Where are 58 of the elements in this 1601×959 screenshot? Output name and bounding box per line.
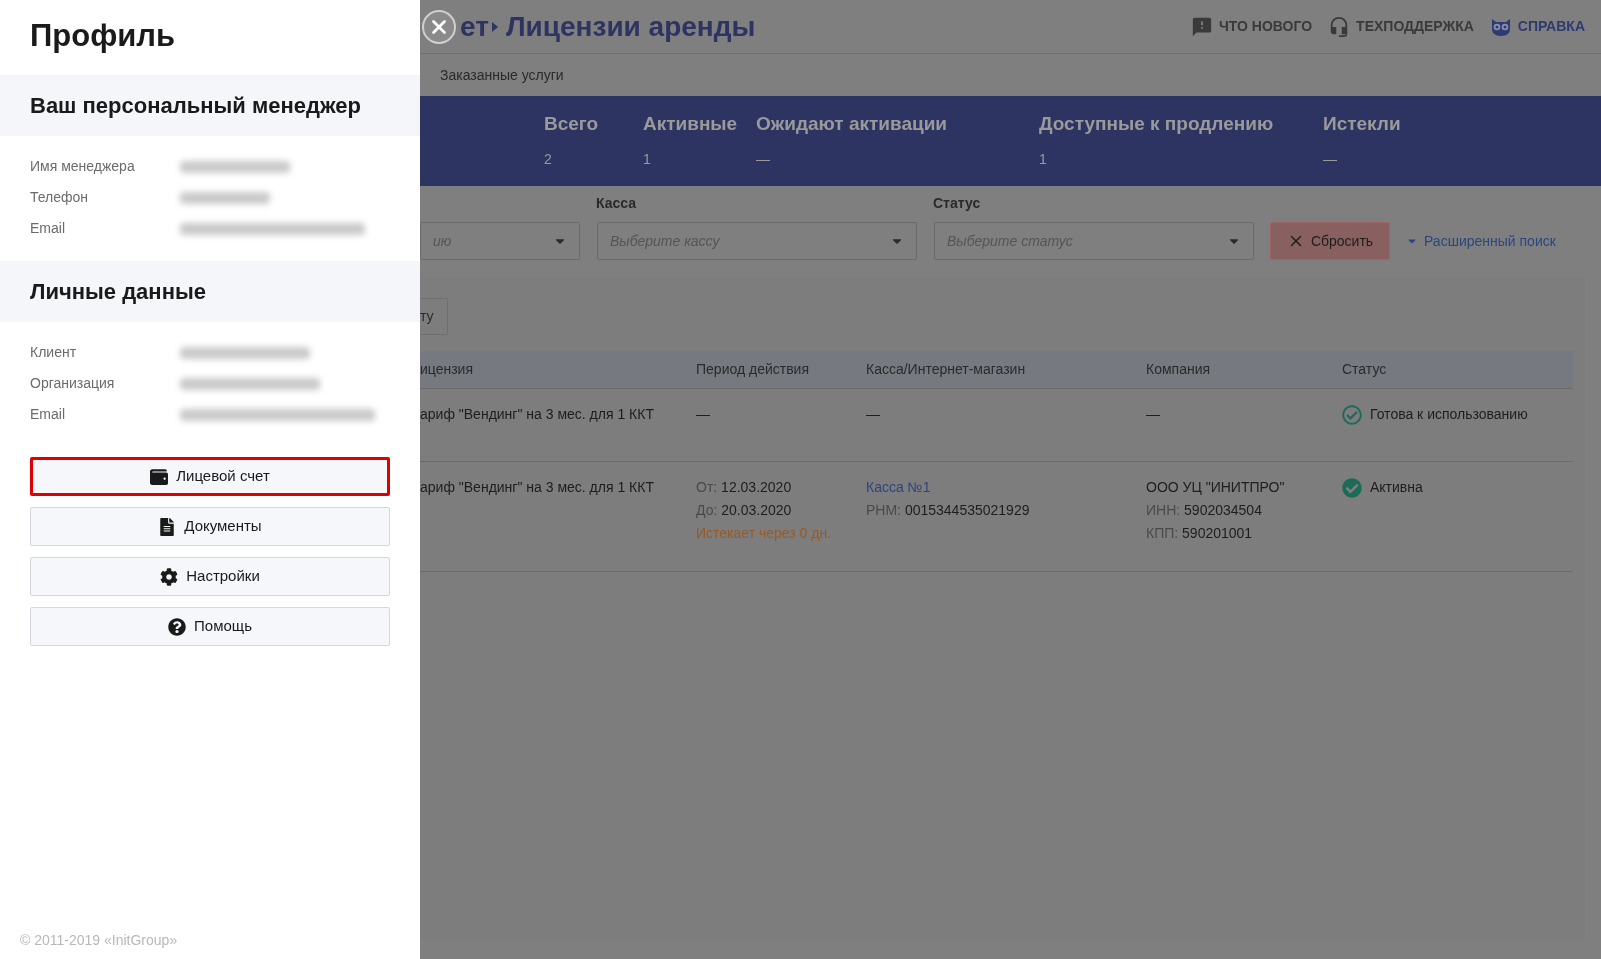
stat-label: Доступные к продлению xyxy=(1039,112,1275,136)
stat-value: 1 xyxy=(1039,149,1048,169)
header-link[interactable]: СПРАВКА xyxy=(1489,16,1585,37)
wallet-icon xyxy=(150,467,169,486)
header-link[interactable]: ЧТО НОВОГО xyxy=(1190,15,1313,38)
field-label: Email xyxy=(30,219,66,238)
period-text: Истекает через 0 дн. xyxy=(696,524,833,543)
field-label: Клиент xyxy=(30,343,78,362)
license-cell-text: ариф "Вендинг" на 3 мес. для 1 ККТ xyxy=(420,405,655,424)
chevron-icon xyxy=(491,21,498,32)
column-header: Период действия xyxy=(695,360,811,379)
license-cell-text: ариф "Вендинг" на 3 мес. для 1 ККТ xyxy=(420,478,655,497)
message-icon xyxy=(1190,15,1213,38)
gear-icon xyxy=(160,567,179,586)
stat-value: — xyxy=(1323,149,1338,169)
menu-button[interactable]: Настройки xyxy=(30,557,390,596)
section-heading: Личные данные xyxy=(0,261,420,322)
stat-value: 2 xyxy=(544,149,553,169)
subnav-link[interactable]: Заказанные услуги xyxy=(440,64,564,86)
column-header: Статус xyxy=(1341,360,1388,379)
column-header: Компания xyxy=(1145,360,1212,379)
column-header: Касса/Интернет-магазин xyxy=(865,360,1027,379)
page-title: Лицензии аренды xyxy=(505,9,756,44)
stat-label: Истекли xyxy=(1323,112,1402,136)
close-button[interactable] xyxy=(422,9,456,44)
status-text: Активна xyxy=(1370,478,1423,497)
field-label: Организация xyxy=(30,374,116,393)
reset-button[interactable]: Сбросить xyxy=(1270,222,1390,260)
stat-label: Всего xyxy=(544,112,600,136)
stat-value: — xyxy=(756,149,771,169)
menu-button[interactable]: Лицевой счет xyxy=(30,457,390,496)
breadcrumb-text[interactable]: ет xyxy=(460,5,489,48)
help-icon xyxy=(168,617,187,636)
copyright-text: © 2011-2019 «InitGroup» xyxy=(19,931,179,950)
stat-label: Ожидают активации xyxy=(756,112,948,136)
company-text: ООО УЦ "ИНИТПРО" xyxy=(1146,478,1286,497)
advanced-search-link[interactable]: Расширенный поиск xyxy=(1406,222,1556,260)
filter-label: Касса xyxy=(596,194,638,213)
section-heading: Ваш персональный менеджер xyxy=(0,75,420,136)
column-header: ицензия xyxy=(420,360,475,379)
document-icon xyxy=(158,517,177,536)
field-label: Email xyxy=(30,405,66,424)
filter-label: Статус xyxy=(933,194,982,213)
company-text: — xyxy=(1146,405,1161,424)
kassa-text: — xyxy=(866,405,881,424)
menu-button[interactable]: Помощь xyxy=(30,607,390,646)
period-text: — xyxy=(696,405,711,424)
stat-label: Активные xyxy=(643,112,739,136)
partial-button[interactable]: ту xyxy=(420,298,448,335)
menu-button[interactable]: Документы xyxy=(30,507,390,546)
drawer-title: Профиль xyxy=(29,17,177,55)
kassa-link[interactable]: Касса №1 xyxy=(866,476,1140,499)
stat-value: 1 xyxy=(643,149,652,169)
field-label: Телефон xyxy=(30,188,90,207)
field-label: Имя менеджера xyxy=(30,157,136,176)
header-link[interactable]: ТЕХПОДДЕРЖКА xyxy=(1328,15,1474,38)
owl-icon xyxy=(1489,16,1512,37)
status-text: Готова к использованию xyxy=(1370,405,1528,424)
